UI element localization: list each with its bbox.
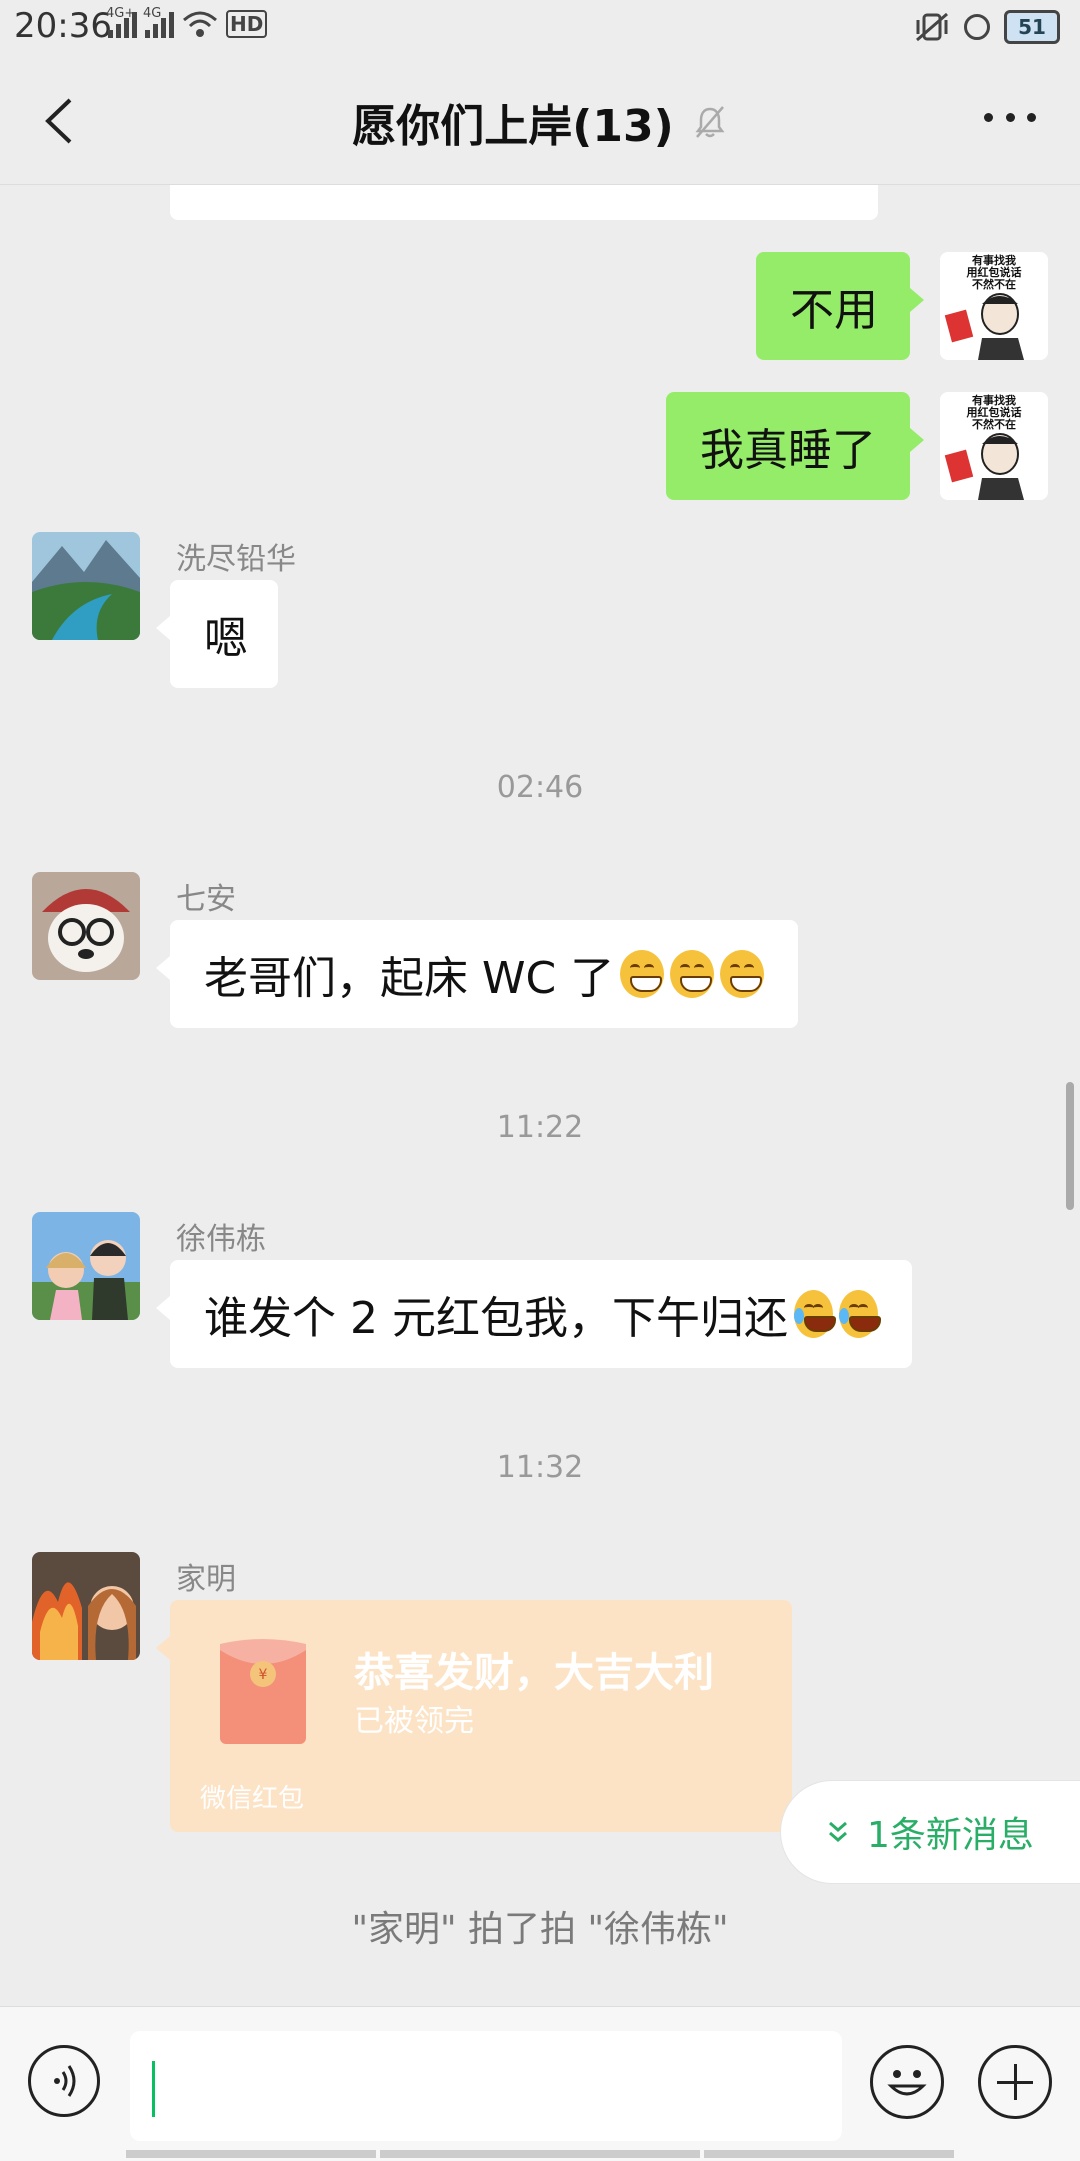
grin-emoji-icon <box>720 950 765 998</box>
message-input[interactable] <box>130 2031 842 2141</box>
timestamp: 02:46 <box>496 770 584 805</box>
message-bubble[interactable]: 嗯 <box>156 580 278 688</box>
new-messages-label: 1条新消息 <box>867 1815 1034 1856</box>
fire-girl-avatar-icon <box>32 1552 140 1660</box>
svg-text:有事找我: 有事找我 <box>972 253 1016 267</box>
tears-of-joy-emoji-icon <box>793 1290 836 1338</box>
avatar-plush[interactable] <box>32 872 140 980</box>
hd-voice-icon: HD <box>226 10 268 38</box>
sticker-avatar-icon: 有事找我 用红包说话 不然不在 <box>940 392 1048 500</box>
red-packet-status: 已被领完 <box>354 1704 474 1739</box>
double-chevron-down-icon <box>829 1821 847 1842</box>
mute-bell-icon <box>695 106 725 138</box>
more-actions-button[interactable] <box>978 2045 1052 2119</box>
message-bubble[interactable]: 老哥们，起床 WC 了 <box>156 920 798 1028</box>
svg-text:¥: ¥ <box>259 1667 268 1683</box>
red-packet-card[interactable]: ¥ 恭喜发财，大吉大利 已被领完 微信红包 <box>156 1600 792 1832</box>
my-avatar[interactable]: 有事找我 用红包说话 不然不在 <box>940 252 1048 360</box>
input-bar <box>0 2006 1080 2161</box>
sender-name: 洗尽铅华 <box>176 542 296 577</box>
grin-emoji-icon <box>670 950 715 998</box>
wifi-icon <box>183 11 217 37</box>
system-notice: "家明" 拍了拍 "徐伟栋" <box>351 1909 729 1950</box>
new-messages-button[interactable]: 1条新消息 <box>780 1780 1080 1884</box>
red-packet-title: 恭喜发财，大吉大利 <box>354 1650 714 1696</box>
battery-icon: 51 <box>1004 10 1060 44</box>
plush-avatar-icon <box>32 872 140 980</box>
voice-input-button[interactable] <box>28 2045 100 2117</box>
status-time: 20:36 <box>14 6 112 46</box>
message-bubble-mine[interactable]: 不用 <box>756 252 924 360</box>
svg-text:用红包说话: 用红包说话 <box>967 405 1022 419</box>
svg-text:不然不在: 不然不在 <box>972 277 1016 291</box>
timestamp: 11:32 <box>496 1450 584 1485</box>
lock-rotation-icon <box>964 14 990 40</box>
nav-indicator <box>380 2150 700 2158</box>
sticker-avatar-icon: 有事找我 用红包说话 不然不在 <box>940 252 1048 360</box>
avatar-landscape[interactable] <box>32 532 140 640</box>
signal-icon: 4G <box>143 6 174 38</box>
red-packet-icon: ¥ <box>220 1639 306 1744</box>
avatar-kids[interactable] <box>32 1212 140 1320</box>
message-bubble-mine[interactable]: 我真睡了 <box>666 392 924 500</box>
text-caret <box>152 2061 155 2117</box>
network-indicators: 4G+ 4G HD <box>106 6 268 38</box>
sender-name: 七安 <box>176 882 236 917</box>
nav-indicator <box>704 2150 954 2158</box>
scrollbar[interactable] <box>1066 1082 1074 1210</box>
more-icon[interactable] <box>984 110 1036 124</box>
signal-icon: 4G+ <box>106 6 137 38</box>
svg-text:不然不在: 不然不在 <box>972 417 1016 431</box>
message-bubble[interactable]: 谁发个 2 元红包我，下午归还 <box>156 1260 912 1368</box>
avatar-fire[interactable] <box>32 1552 140 1660</box>
voice-icon <box>54 2065 76 2097</box>
status-bar: 20:36 4G+ 4G HD 51 <box>0 0 1080 56</box>
chat-title[interactable]: 愿你们上岸(13) <box>352 90 673 154</box>
tears-of-joy-emoji-icon <box>838 1290 881 1338</box>
status-right: 51 <box>914 10 1060 44</box>
chat-header: 愿你们上岸(13) <box>0 56 1080 185</box>
sender-name: 家明 <box>176 1562 236 1597</box>
svg-text:有事找我: 有事找我 <box>972 393 1016 407</box>
timestamp: 11:22 <box>496 1110 584 1145</box>
chat-title-container: 愿你们上岸(13) <box>0 90 1080 154</box>
grin-emoji-icon <box>620 950 665 998</box>
message-bubble-partial[interactable] <box>170 184 878 220</box>
red-packet-footer: 微信红包 <box>200 1784 305 1814</box>
my-avatar[interactable]: 有事找我 用红包说话 不然不在 <box>940 392 1048 500</box>
emoji-button[interactable] <box>870 2045 944 2119</box>
svg-text:用红包说话: 用红包说话 <box>967 265 1022 279</box>
vibrate-icon <box>916 12 948 42</box>
landscape-avatar-icon <box>32 532 140 640</box>
nav-indicator <box>126 2150 376 2158</box>
sender-name: 徐伟栋 <box>176 1222 266 1257</box>
kids-avatar-icon <box>32 1212 140 1320</box>
smiley-icon <box>887 2070 927 2096</box>
